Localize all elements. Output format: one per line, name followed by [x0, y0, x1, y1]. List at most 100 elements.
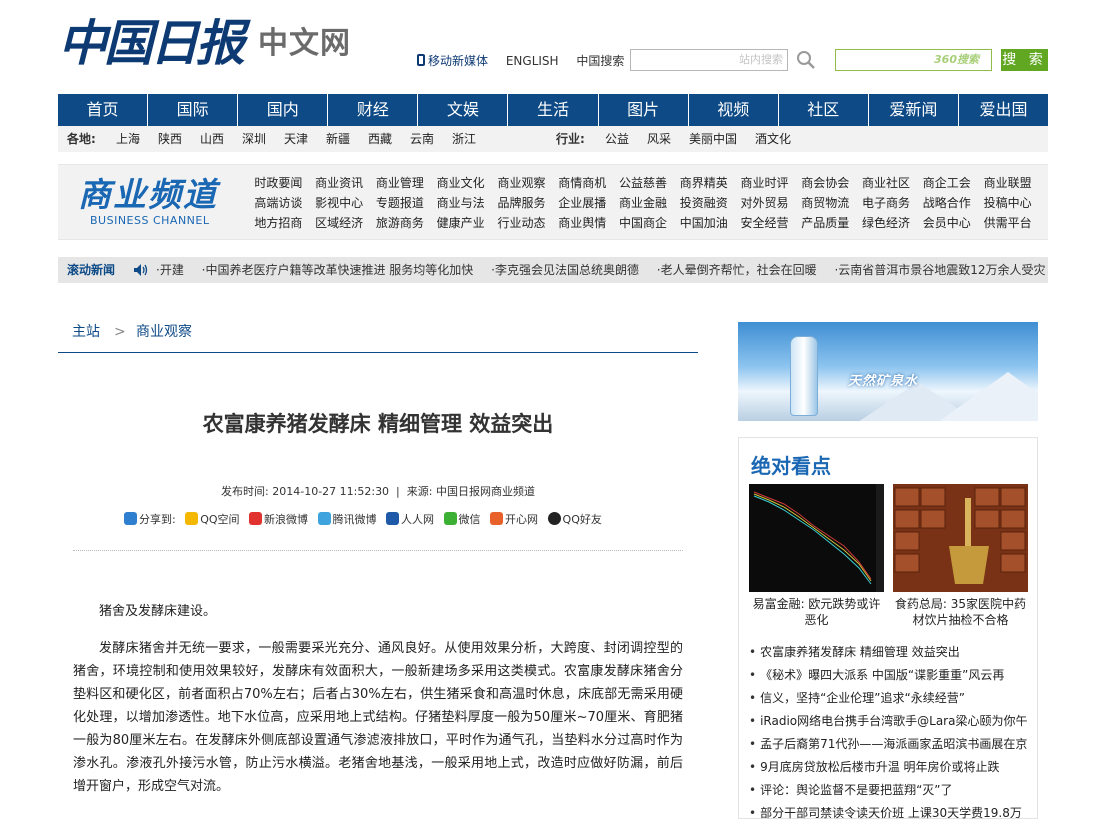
channel-link[interactable]: 商业文化	[430, 173, 491, 193]
industry-link[interactable]: 公益	[605, 126, 629, 152]
channel-link[interactable]: 商企工会	[916, 173, 977, 193]
share-sina-weibo[interactable]: 新浪微博	[249, 512, 308, 526]
mobile-media-link[interactable]: 移动新媒体	[417, 54, 488, 68]
channel-link[interactable]: 商业时评	[734, 173, 795, 193]
nav-entertainment[interactable]: 文娱	[418, 94, 509, 126]
channel-link[interactable]: 商业管理	[370, 173, 431, 193]
channel-link[interactable]: 产品质量	[795, 213, 856, 233]
channel-link[interactable]: 商业资讯	[309, 173, 370, 193]
herbal-medicine-thumbnail[interactable]	[893, 484, 1028, 592]
channel-link[interactable]: 安全经营	[734, 213, 795, 233]
nav-life[interactable]: 生活	[508, 94, 599, 126]
channel-link[interactable]: 商情商机	[552, 173, 613, 193]
pic-caption[interactable]: 食药总局: 35家医院中药材饮片抽检不合格	[893, 596, 1028, 628]
region-link[interactable]: 云南	[410, 126, 434, 152]
channel-link[interactable]: 投稿中心	[977, 193, 1038, 213]
channel-link[interactable]: 商业联盟	[977, 173, 1038, 193]
ticker-item[interactable]: ·开建	[156, 263, 184, 277]
channel-link[interactable]: 投资融资	[673, 193, 734, 213]
channel-link[interactable]: 区域经济	[309, 213, 370, 233]
channel-link[interactable]: 供需平台	[977, 213, 1038, 233]
english-link[interactable]: ENGLISH	[506, 54, 559, 68]
channel-link[interactable]: 品牌服务	[491, 193, 552, 213]
list-item[interactable]: 孟子后裔第71代孙——海派画家孟昭滨书画展在京	[749, 733, 1034, 756]
channel-link[interactable]: 商业与法	[430, 193, 491, 213]
channel-link[interactable]: 时政要闻	[248, 173, 309, 193]
share-kaixin[interactable]: 开心网	[490, 512, 538, 526]
ticker-item[interactable]: ·中国养老医疗户籍等改革快速推进 服务均等化加快	[202, 263, 474, 277]
nav-world[interactable]: 国际	[148, 94, 239, 126]
region-link[interactable]: 浙江	[452, 126, 476, 152]
search-360-input[interactable]: 360搜索	[835, 49, 992, 71]
channel-link[interactable]: 中国加油	[673, 213, 734, 233]
channel-link[interactable]: 商会协会	[795, 173, 856, 193]
ticker-item[interactable]: ·李克强会见法国总统奥朗德	[491, 263, 639, 277]
nav-photos[interactable]: 图片	[599, 94, 689, 126]
region-link[interactable]: 陕西	[158, 126, 182, 152]
channel-link[interactable]: 健康产业	[430, 213, 491, 233]
share-tencent-weibo[interactable]: 腾讯微博	[317, 512, 377, 526]
site-logo[interactable]: 中国日报 中文网	[58, 12, 368, 74]
channel-link[interactable]: 中国商企	[613, 213, 674, 233]
nav-ai-abroad[interactable]: 爱出国	[959, 94, 1048, 126]
channel-link[interactable]: 商业社区	[856, 173, 917, 193]
nav-china[interactable]: 国内	[238, 94, 329, 126]
breadcrumb-home[interactable]: 主站	[72, 318, 100, 346]
channel-link[interactable]: 商业金融	[613, 193, 674, 213]
list-item[interactable]: 《秘术》曝四大派系 中国版“谍影重重”风云再	[749, 664, 1034, 687]
list-item[interactable]: 农富康养猪发酵床 精细管理 效益突出	[749, 641, 1034, 664]
nav-video[interactable]: 视频	[689, 94, 779, 126]
share-wechat[interactable]: 微信	[443, 512, 481, 526]
nav-community[interactable]: 社区	[779, 94, 869, 126]
region-link[interactable]: 山西	[200, 126, 224, 152]
share-qzone[interactable]: QQ空间	[185, 512, 240, 526]
list-item[interactable]: 评论：舆论监督不是要把蓝翔“灭”了	[749, 779, 1034, 802]
business-channel-logo[interactable]: 商业频道 BUSINESS CHANNEL	[78, 177, 248, 233]
region-link[interactable]: 新疆	[326, 126, 350, 152]
share-renren[interactable]: 人人网	[386, 512, 434, 526]
channel-link[interactable]: 影视中心	[309, 193, 370, 213]
region-link[interactable]: 上海	[116, 126, 140, 152]
ticker-item[interactable]: ·老人晕倒齐帮忙，社会在回暖	[657, 263, 817, 277]
channel-link[interactable]: 企业展播	[552, 193, 613, 213]
channel-link[interactable]: 商业观察	[491, 173, 552, 193]
channel-link[interactable]: 旅游商务	[370, 213, 431, 233]
industry-link[interactable]: 酒文化	[755, 126, 791, 152]
industry-link[interactable]: 风采	[647, 126, 671, 152]
channel-link[interactable]: 专题报道	[370, 193, 431, 213]
pic-caption[interactable]: 易富金融: 欧元跌势或许恶化	[749, 596, 884, 628]
channel-link[interactable]: 会员中心	[916, 213, 977, 233]
must-see-list: 农富康养猪发酵床 精细管理 效益突出 《秘术》曝四大派系 中国版“谍影重重”风云…	[749, 641, 1034, 825]
ticker-item[interactable]: ·云南省普洱市景谷地震致12万余人受灾	[834, 263, 1045, 277]
channel-link[interactable]: 绿色经济	[856, 213, 917, 233]
stock-chart-thumbnail[interactable]	[749, 484, 884, 592]
channel-link[interactable]: 商贸物流	[795, 193, 856, 213]
region-link[interactable]: 天津	[284, 126, 308, 152]
region-link[interactable]: 西藏	[368, 126, 392, 152]
nav-home[interactable]: 首页	[58, 94, 149, 126]
site-search-input[interactable]: 站内搜索	[630, 49, 788, 71]
nav-finance[interactable]: 财经	[328, 94, 419, 126]
channel-link[interactable]: 战略合作	[916, 193, 977, 213]
search-icon[interactable]	[796, 49, 816, 71]
channel-link[interactable]: 行业动态	[491, 213, 552, 233]
channel-link[interactable]: 公益慈善	[613, 173, 674, 193]
channel-link[interactable]: 高端访谈	[248, 193, 309, 213]
channel-link[interactable]: 商界精英	[673, 173, 734, 193]
china-search-link[interactable]: 中国搜索	[576, 54, 624, 68]
channel-link[interactable]: 电子商务	[856, 193, 917, 213]
list-item[interactable]: 信义，坚持“企业伦理”追求“永续经营”	[749, 687, 1034, 710]
region-link[interactable]: 深圳	[242, 126, 266, 152]
channel-link[interactable]: 商业舆情	[552, 213, 613, 233]
list-item[interactable]: 9月底房贷放松后楼市升温 明年房价或将止跌	[749, 756, 1034, 779]
list-item[interactable]: 部分干部司禁读令读天价班 上课30天学费19.8万	[749, 802, 1034, 825]
breadcrumb-section[interactable]: 商业观察	[136, 318, 192, 346]
search-360-button[interactable]: 搜 索	[1001, 49, 1048, 71]
mineral-water-ad-banner[interactable]: 天然矿泉水	[738, 322, 1038, 421]
channel-link[interactable]: 地方招商	[248, 213, 309, 233]
share-qq-friend[interactable]: QQ好友	[547, 512, 602, 526]
nav-ai-news[interactable]: 爱新闻	[869, 94, 959, 126]
industry-link[interactable]: 美丽中国	[689, 126, 737, 152]
list-item[interactable]: iRadio网络电台携手台湾歌手@Lara梁心颐为你午	[749, 710, 1034, 733]
channel-link[interactable]: 对外贸易	[734, 193, 795, 213]
